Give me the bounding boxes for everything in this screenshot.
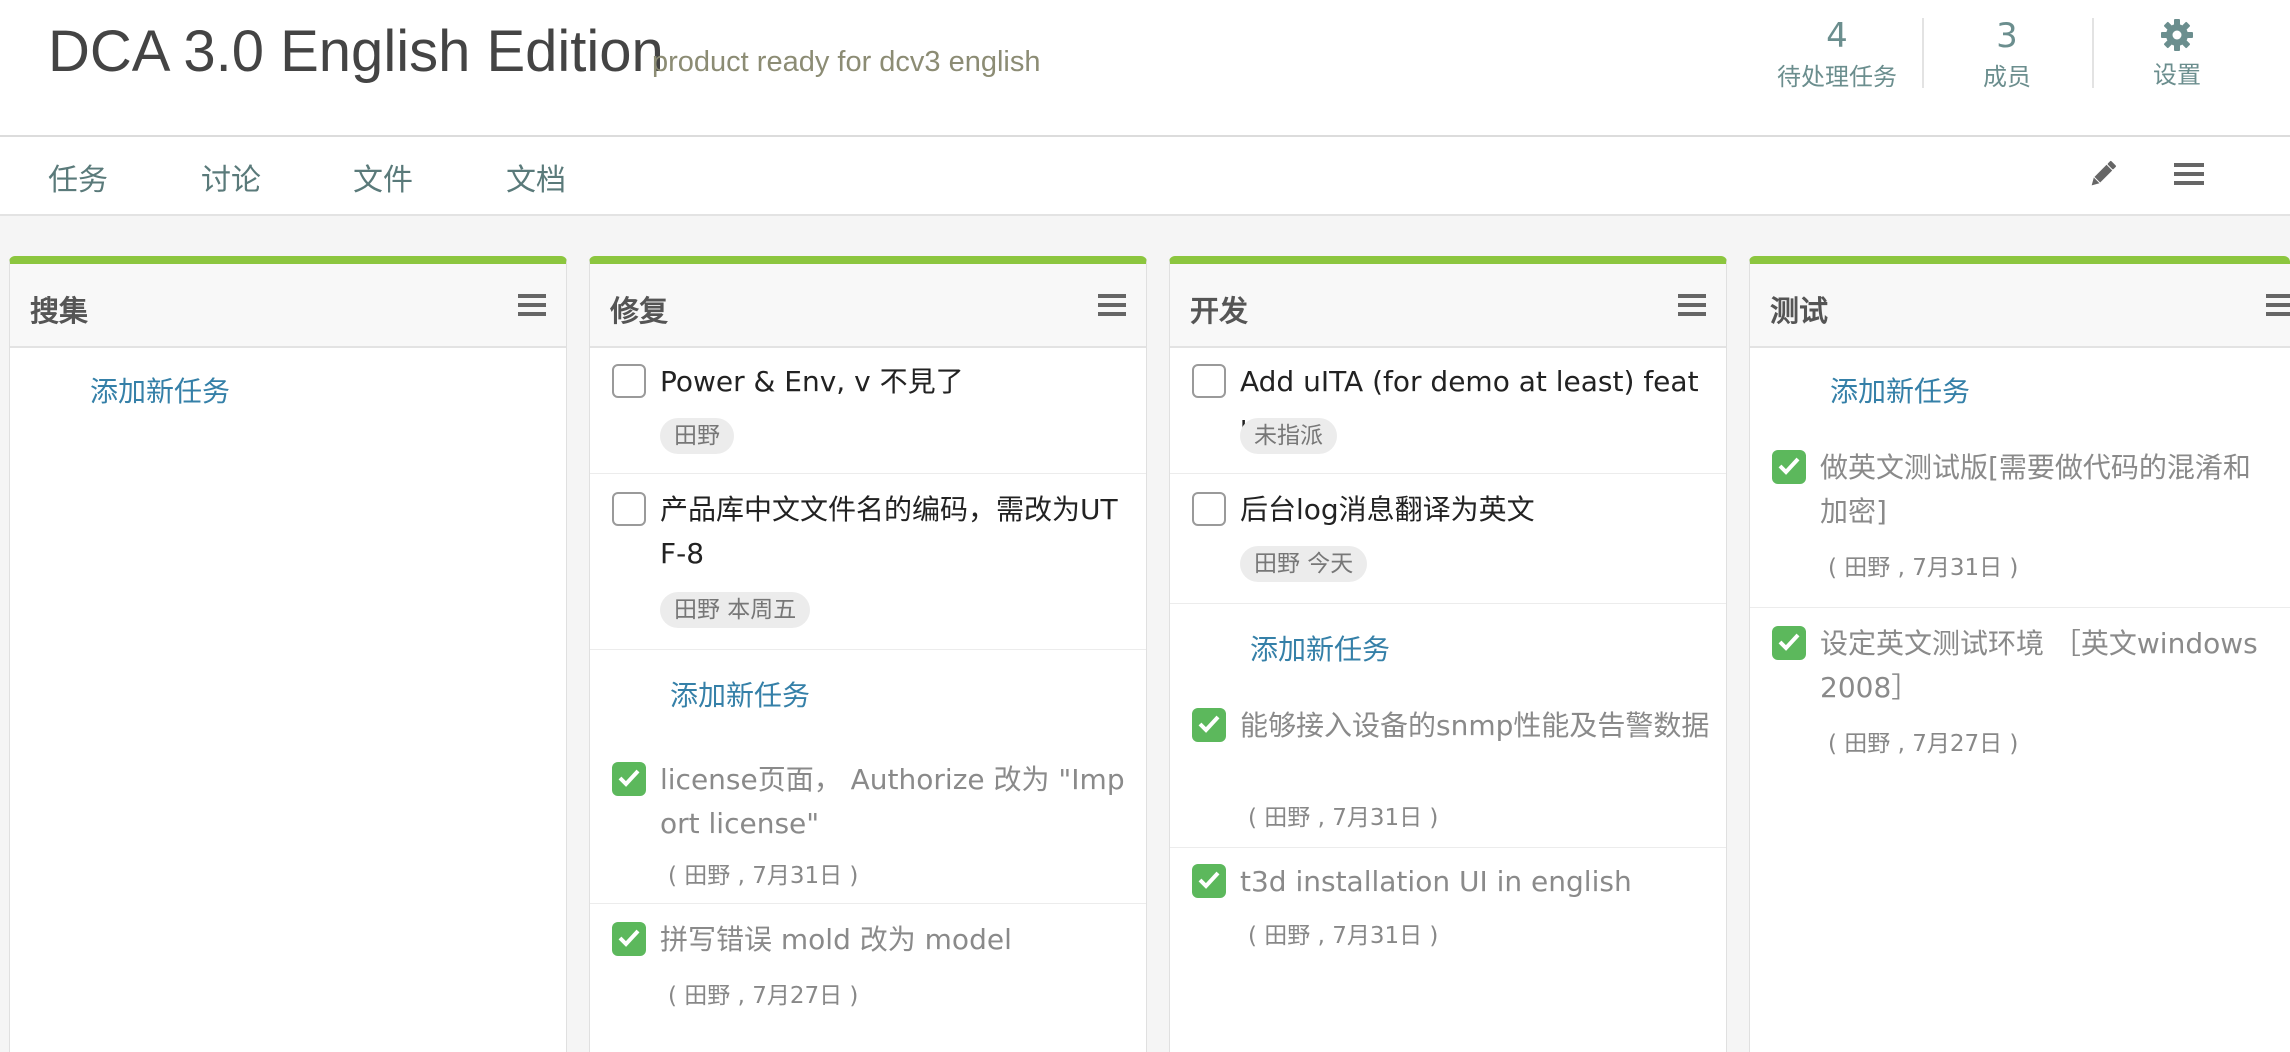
checkmark-icon [1778,457,1800,475]
task-title[interactable]: 能够接入设备的snmp性能及告警数据 [1240,704,1710,748]
column-collect: 搜集 添加新任务 [9,256,567,1052]
column-test: 测试 添加新任务 做英文测试版[需要做代码的混淆和加密] ( 田野 , 7月31… [1749,256,2290,1052]
task-card[interactable]: t3d installation UI in english ( 田野 , 7月… [1170,848,1726,988]
task-card[interactable]: Power & Env, v 不見了 田野 [590,348,1146,474]
column-title: 测试 [1770,294,1829,328]
tab-discussion[interactable]: 讨论 [201,155,261,199]
pending-tasks-label: 待处理任务 [1777,63,1897,91]
column-menu-icon[interactable] [518,292,548,322]
column-menu-icon[interactable] [1678,292,1708,322]
assignee-tag: 田野 [660,418,734,454]
task-checkbox-checked[interactable] [1772,450,1806,484]
task-checkbox-checked[interactable] [612,922,646,956]
task-title[interactable]: 拼写错误 mold 改为 model [660,918,1130,962]
task-meta: ( 田野 , 7月27日 ) [1828,731,2019,757]
task-card[interactable]: 能够接入设备的snmp性能及告警数据 ( 田野 , 7月31日 ) [1170,692,1726,848]
checkmark-icon [1198,871,1220,889]
members-label: 成员 [1983,63,2031,91]
column-header: 搜集 [10,264,566,348]
tab-tasks[interactable]: 任务 [48,155,108,199]
members-stat[interactable]: 3 成员 [1927,14,2087,94]
task-title[interactable]: 设定英文测试环境 ［英文windows 2008］ [1820,622,2274,710]
task-meta: ( 田野 , 7月31日 ) [1828,555,2019,581]
task-card[interactable]: 做英文测试版[需要做代码的混淆和加密] ( 田野 , 7月31日 ) [1750,432,2290,608]
add-task-link[interactable]: 添加新任务 [670,674,810,714]
column-menu-icon[interactable] [1098,292,1128,322]
project-description: product ready for dcv3 english [652,46,1041,78]
task-card[interactable]: license页面， Authorize 改为 "Import license"… [590,744,1146,904]
task-title[interactable]: 产品库中文文件名的编码，需改为UTF-8 [660,488,1130,576]
settings-button[interactable]: 设置 [2097,14,2257,92]
task-meta: ( 田野 , 7月31日 ) [1248,805,1439,831]
column-title: 搜集 [30,294,89,328]
pending-tasks-stat[interactable]: 4 待处理任务 [1757,14,1917,94]
column-menu-icon[interactable] [2266,292,2290,322]
task-meta: ( 田野 , 7月31日 ) [1248,923,1439,949]
task-meta: ( 田野 , 7月27日 ) [668,983,859,1009]
assignee-tag: 田野 本周五 [660,592,811,628]
project-header: DCA 3.0 English Edition product ready fo… [0,0,2290,137]
checkmark-icon [1198,715,1220,733]
column-header: 修复 [590,264,1146,348]
assignee-tag: 田野 今天 [1240,546,1368,582]
hamburger-menu-icon[interactable] [2172,157,2206,195]
task-checkbox-checked[interactable] [1772,626,1806,660]
task-title[interactable]: Power & Env, v 不見了 [660,360,1130,404]
column-title: 修复 [610,294,669,328]
task-title[interactable]: 后台log消息翻译为英文 [1240,488,1710,532]
task-card[interactable]: 拼写错误 mold 改为 model ( 田野 , 7月27日 ) [590,904,1146,1044]
task-card[interactable]: Add uITA (for demo at least) feature 未指派 [1170,348,1726,474]
add-task-link[interactable]: 添加新任务 [1250,628,1390,668]
stat-divider [2092,18,2094,88]
add-task-link[interactable]: 添加新任务 [90,370,230,410]
task-checkbox[interactable] [1192,364,1226,398]
task-checkbox[interactable] [1192,492,1226,526]
column-header: 开发 [1170,264,1726,348]
add-task-link[interactable]: 添加新任务 [1830,370,1970,410]
column-title: 开发 [1190,294,1249,328]
settings-label: 设置 [2153,61,2201,89]
tab-docs[interactable]: 文档 [506,155,566,199]
column-develop: 开发 Add uITA (for demo at least) feature … [1169,256,1727,1052]
task-title[interactable]: license页面， Authorize 改为 "Import license" [660,758,1130,846]
task-card[interactable]: 后台log消息翻译为英文 田野 今天 [1170,474,1726,604]
column-header: 测试 [1750,264,2290,348]
checkmark-icon [1778,633,1800,651]
column-fix: 修复 Power & Env, v 不見了 田野 产品库中文文件名的编码，需改为… [589,256,1147,1052]
task-card[interactable]: 产品库中文文件名的编码，需改为UTF-8 田野 本周五 [590,474,1146,650]
task-card[interactable]: 设定英文测试环境 ［英文windows 2008］ ( 田野 , 7月27日 ) [1750,608,2290,768]
pencil-icon[interactable] [2086,157,2120,195]
stat-divider [1922,18,1924,88]
checkmark-icon [618,929,640,947]
project-title: DCA 3.0 English Edition [48,19,664,84]
assignee-tag: 未指派 [1240,418,1337,454]
task-title[interactable]: 做英文测试版[需要做代码的混淆和加密] [1820,446,2274,534]
gear-icon [2097,18,2257,52]
task-checkbox-checked[interactable] [612,762,646,796]
task-checkbox[interactable] [612,492,646,526]
tab-files[interactable]: 文件 [353,155,413,199]
project-nav: 任务 讨论 文件 文档 [0,137,2290,216]
task-meta: ( 田野 , 7月31日 ) [668,863,859,889]
task-checkbox[interactable] [612,364,646,398]
task-checkbox-checked[interactable] [1192,864,1226,898]
checkmark-icon [618,769,640,787]
task-title[interactable]: t3d installation UI in english [1240,860,1710,904]
task-checkbox-checked[interactable] [1192,708,1226,742]
pending-tasks-count: 4 [1826,16,1848,56]
members-count: 3 [1996,16,2018,56]
